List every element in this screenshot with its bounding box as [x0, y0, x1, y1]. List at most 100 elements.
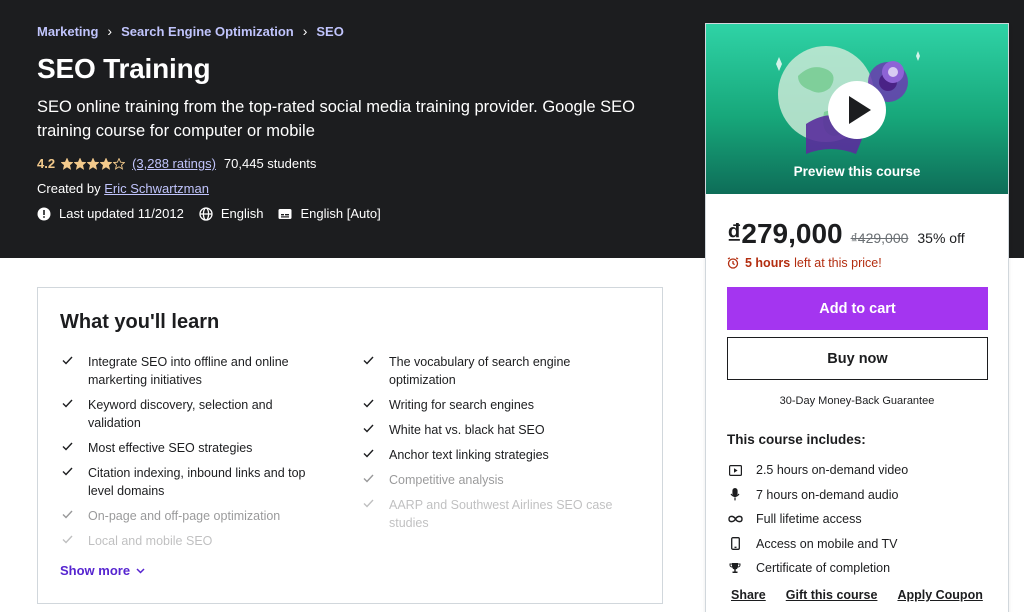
captions: English [Auto] [278, 206, 381, 221]
checkmark-icon [363, 356, 374, 365]
chevron-right-icon: › [302, 23, 308, 39]
what-youll-learn: What you'll learn Integrate SEO into off… [37, 287, 663, 604]
show-more-button[interactable]: Show more [60, 563, 145, 578]
checkmark-icon [62, 356, 73, 365]
chevron-down-icon [136, 567, 145, 574]
last-updated-text: Last updated 11/2012 [59, 206, 184, 221]
infinity-icon [727, 515, 743, 523]
learn-item-text: Citation indexing, inbound links and top… [88, 466, 306, 498]
price-row: ₫279,000 ₫429,000 35% off [727, 218, 965, 250]
learn-item: Most effective SEO strategies [60, 439, 322, 457]
language: English [199, 206, 263, 221]
learn-item: Integrate SEO into offline and online ma… [60, 353, 322, 389]
share-link[interactable]: Share [731, 588, 766, 602]
learn-item: On-page and off-page optimization [60, 507, 322, 525]
checkmark-icon [363, 474, 374, 483]
includes-item-label: Access on mobile and TV [756, 536, 898, 551]
includes-item: Access on mobile and TV [727, 532, 908, 557]
course-subtitle: SEO online training from the top-rated s… [37, 98, 635, 140]
breadcrumb-marketing[interactable]: Marketing [37, 24, 98, 39]
star-icon [87, 157, 100, 170]
globe-icon [199, 206, 213, 221]
learn-item: Competitive analysis [361, 471, 623, 489]
learn-column-left: Integrate SEO into offline and online ma… [60, 353, 322, 557]
students-count: 70,445 students [223, 156, 317, 171]
created-by-label: Created by [37, 181, 101, 196]
current-price: ₫279,000 [727, 218, 843, 249]
breadcrumb-seo[interactable]: SEO [316, 24, 343, 39]
learn-item-text: Keyword discovery, selection and validat… [88, 398, 273, 430]
purchase-card: Preview this course ₫279,000 ₫429,000 35… [705, 23, 1009, 612]
gift-course-link[interactable]: Gift this course [786, 588, 878, 602]
star-icon [100, 157, 113, 170]
learn-column-right: The vocabulary of search engine optimiza… [361, 353, 623, 539]
includes-item-label: 2.5 hours on-demand video [756, 463, 909, 478]
course-title: SEO Training [37, 53, 211, 84]
rating-row: 4.2 (3,288 ratings) 70,445 students [37, 156, 316, 171]
learn-item: Keyword discovery, selection and validat… [60, 396, 322, 432]
apply-coupon-link[interactable]: Apply Coupon [897, 588, 982, 602]
learn-item-text: Integrate SEO into offline and online ma… [88, 355, 289, 387]
checkmark-icon [62, 510, 73, 519]
chevron-right-icon: › [107, 23, 113, 39]
learn-item-text: Writing for search engines [389, 398, 534, 412]
star-icon [113, 157, 126, 170]
includes-item-label: 7 hours on-demand audio [756, 487, 899, 502]
learn-item: AARP and Southwest Airlines SEO case stu… [361, 496, 623, 532]
star-rating [61, 157, 126, 170]
learn-title: What you'll learn [60, 311, 220, 333]
includes-item: Full lifetime access [727, 507, 908, 532]
rating-value: 4.2 [37, 156, 56, 171]
checkmark-icon [62, 535, 73, 544]
learn-item: The vocabulary of search engine optimiza… [361, 353, 623, 389]
course-preview[interactable]: Preview this course [706, 24, 1008, 194]
learn-item: White hat vs. black hat SEO [361, 421, 623, 439]
last-updated: Last updated 11/2012 [37, 206, 184, 221]
checkmark-icon [363, 449, 374, 458]
created-by: Created by Eric Schwartzman [37, 181, 209, 196]
learn-item: Writing for search engines [361, 396, 623, 414]
microphone-icon [727, 488, 743, 501]
includes-item-label: Full lifetime access [756, 512, 862, 527]
preview-label: Preview this course [793, 164, 921, 179]
learn-item-text: Anchor text linking strategies [389, 448, 549, 462]
learn-item-text: On-page and off-page optimization [88, 509, 281, 523]
checkmark-icon [62, 399, 73, 408]
buy-now-button[interactable]: Buy now [727, 337, 988, 380]
learn-item: Citation indexing, inbound links and top… [60, 464, 322, 500]
learn-item-text: AARP and Southwest Airlines SEO case stu… [389, 498, 613, 530]
checkmark-icon [62, 467, 73, 476]
includes-item: 7 hours on-demand audio [727, 483, 908, 508]
learn-item: Anchor text linking strategies [361, 446, 623, 464]
checkmark-icon [62, 442, 73, 451]
mobile-icon [727, 537, 743, 551]
includes-item: Certificate of completion [727, 556, 908, 581]
learn-item-text: Competitive analysis [389, 473, 504, 487]
money-back-guarantee: 30-Day Money-Back Guarantee [779, 395, 935, 407]
breadcrumb: Marketing › Search Engine Optimization ›… [37, 23, 344, 39]
includes-item: 2.5 hours on-demand video [727, 458, 908, 483]
course-meta: Last updated 11/2012 English English [Au… [37, 206, 396, 221]
trophy-icon [727, 562, 743, 574]
ratings-count-link[interactable]: (3,288 ratings) [132, 156, 216, 171]
price-timer: 5 hours left at this price! [727, 256, 882, 270]
includes-list: 2.5 hours on-demand video 7 hours on-dema… [727, 458, 908, 581]
star-icon [61, 157, 74, 170]
includes-title: This course includes: [727, 432, 866, 447]
breadcrumb-seo-category[interactable]: Search Engine Optimization [121, 24, 294, 39]
closed-captions-icon [278, 208, 292, 219]
alert-badge-icon [37, 207, 51, 220]
checkmark-icon [363, 399, 374, 408]
course-page: Marketing › Search Engine Optimization ›… [0, 0, 1024, 612]
learn-item-text: Most effective SEO strategies [88, 441, 253, 455]
alarm-clock-icon [727, 257, 739, 269]
timer-text: left at this price! [794, 256, 882, 270]
captions-text: English [Auto] [300, 206, 381, 221]
checkmark-icon [363, 424, 374, 433]
learn-item: Local and mobile SEO [60, 532, 322, 550]
card-links: Share Gift this course Apply Coupon [731, 588, 1003, 602]
add-to-cart-button[interactable]: Add to cart [727, 287, 988, 330]
checkmark-icon [363, 499, 374, 508]
instructor-link[interactable]: Eric Schwartzman [104, 181, 209, 196]
show-more-label: Show more [60, 563, 131, 578]
